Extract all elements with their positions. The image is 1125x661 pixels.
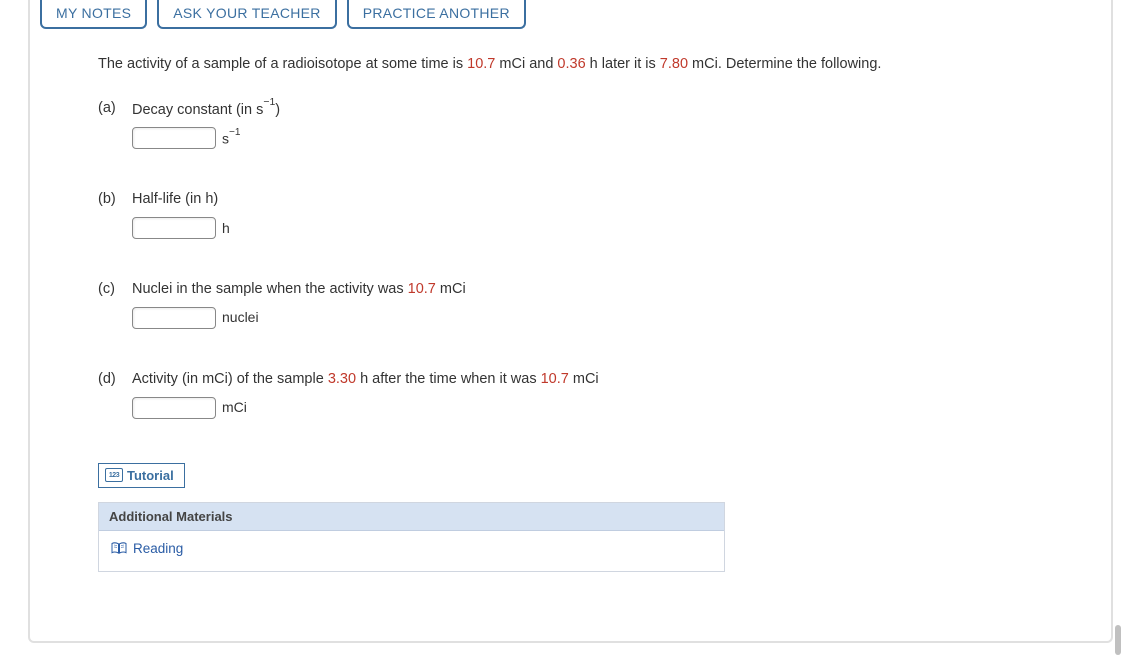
value-time-elapsed: 0.36 <box>557 56 585 72</box>
reading-link[interactable]: Reading <box>111 541 183 556</box>
part-d-input[interactable] <box>132 397 216 419</box>
practice-another-button[interactable]: PRACTICE ANOTHER <box>347 0 526 29</box>
reading-label: Reading <box>133 541 183 556</box>
additional-materials-panel: Additional Materials Reading <box>98 502 725 573</box>
intro-text: The activity of a sample of a radioisoto… <box>98 56 467 72</box>
part-b-label: (b) <box>98 189 132 211</box>
intro-text: mCi. Determine the following. <box>688 56 881 72</box>
part-c-text: Nuclei in the sample when the activity w… <box>132 279 466 301</box>
problem-body: The activity of a sample of a radioisoto… <box>30 30 1111 419</box>
scrollbar-vertical[interactable] <box>1115 0 1121 661</box>
part-d: (d) Activity (in mCi) of the sample 3.30… <box>98 369 1089 419</box>
ask-teacher-button[interactable]: ASK YOUR TEACHER <box>157 0 336 29</box>
scrollbar-thumb[interactable] <box>1115 625 1121 655</box>
part-c-label: (c) <box>98 279 132 301</box>
part-b-unit: h <box>222 218 230 239</box>
my-notes-button[interactable]: MY NOTES <box>40 0 147 29</box>
part-c: (c) Nuclei in the sample when the activi… <box>98 279 1089 329</box>
intro-text: mCi and <box>495 56 557 72</box>
question-container: MY NOTES ASK YOUR TEACHER PRACTICE ANOTH… <box>28 0 1113 643</box>
part-a: (a) Decay constant (in s−1) s−1 <box>98 98 1089 150</box>
value-activity-initial: 10.7 <box>467 56 495 72</box>
part-a-unit: s−1 <box>222 128 241 150</box>
part-c-unit: nuclei <box>222 307 259 328</box>
part-b: (b) Half-life (in h) h <box>98 189 1089 239</box>
value-activity-ref: 10.7 <box>408 281 436 297</box>
tutorial-icon: 123 <box>105 468 123 482</box>
part-a-text: Decay constant (in s−1) <box>132 98 280 122</box>
part-a-input[interactable] <box>132 127 216 149</box>
value-activity-ref2: 10.7 <box>541 371 569 387</box>
additional-materials-header: Additional Materials <box>99 503 724 531</box>
action-tabs: MY NOTES ASK YOUR TEACHER PRACTICE ANOTH… <box>30 0 1111 29</box>
value-activity-later: 7.80 <box>660 56 688 72</box>
tutorial-button[interactable]: 123 Tutorial <box>98 463 185 488</box>
part-b-input[interactable] <box>132 217 216 239</box>
part-d-unit: mCi <box>222 397 247 418</box>
value-time-after: 3.30 <box>328 371 356 387</box>
part-b-text: Half-life (in h) <box>132 189 218 211</box>
part-c-input[interactable] <box>132 307 216 329</box>
problem-intro: The activity of a sample of a radioisoto… <box>98 54 1089 76</box>
part-d-text: Activity (in mCi) of the sample 3.30 h a… <box>132 369 599 391</box>
part-d-label: (d) <box>98 369 132 391</box>
book-icon <box>111 542 127 554</box>
part-a-label: (a) <box>98 98 132 120</box>
intro-text: h later it is <box>586 56 660 72</box>
tutorial-label: Tutorial <box>127 468 174 483</box>
